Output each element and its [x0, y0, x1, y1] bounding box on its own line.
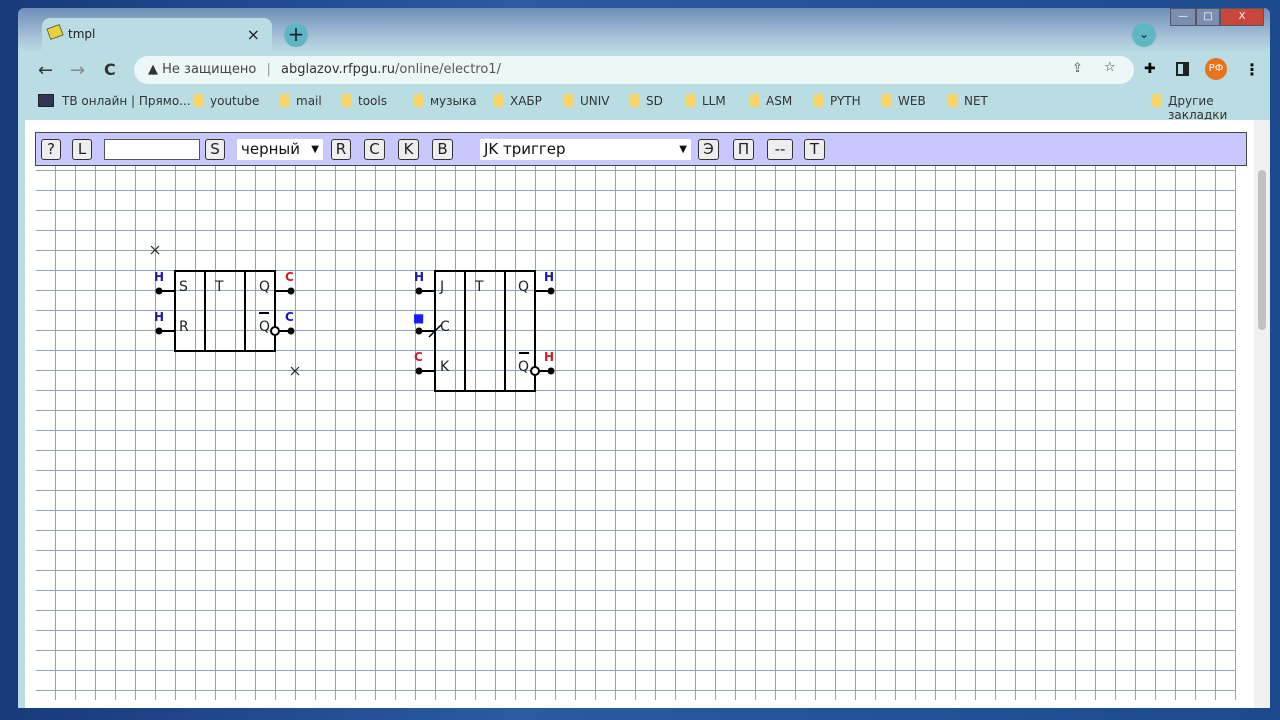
cross-marker[interactable]	[150, 245, 160, 255]
pin-label: Q	[259, 319, 270, 335]
pin-label: Q	[259, 279, 270, 295]
state-indicator[interactable]: С	[285, 270, 294, 284]
jk-trigger[interactable]	[415, 270, 555, 392]
state-indicator[interactable]: Н	[154, 270, 164, 284]
rs-trigger[interactable]	[155, 270, 295, 352]
state-indicator[interactable]: Н	[414, 270, 424, 284]
state-indicator[interactable]: Н	[544, 270, 554, 284]
block-title: T	[214, 279, 224, 295]
state-indicator[interactable]: Н	[544, 350, 554, 364]
pin-label: K	[440, 359, 450, 375]
pin-label: Q	[518, 359, 529, 375]
pin-label: R	[179, 319, 189, 335]
state-indicator[interactable]: ■	[413, 311, 424, 325]
pin-label: C	[440, 319, 450, 335]
state-indicator[interactable]: С	[285, 310, 294, 324]
cross-marker[interactable]	[290, 366, 300, 376]
pin-label: J	[439, 279, 444, 295]
pin-label: Q	[518, 279, 529, 295]
block-title: T	[474, 279, 484, 295]
pin-label: S	[179, 279, 188, 295]
state-indicator[interactable]: Н	[154, 310, 164, 324]
circuit-overlay: S R T Q Q Н Н С С J C K T Q Q Н ■ С Н Н	[150, 245, 555, 392]
state-indicator[interactable]: С	[414, 350, 423, 364]
